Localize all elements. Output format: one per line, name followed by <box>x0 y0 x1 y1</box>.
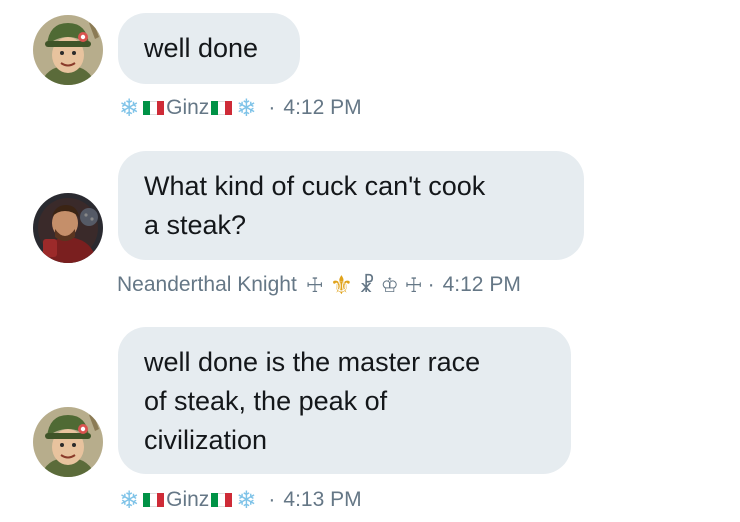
dm-conversation: well done ❄ Ginz ❄ · 4:12 PM What kind o <box>0 0 740 522</box>
timestamp: 4:13 PM <box>283 488 362 511</box>
italy-flag-icon <box>143 493 165 507</box>
snowflake-icon: ❄ <box>236 486 257 514</box>
chi-rho-icon: ☧ <box>359 274 375 297</box>
crown-icon: ♔ <box>380 274 399 297</box>
separator-dot: · <box>268 96 276 119</box>
separator-dot: · <box>268 488 276 511</box>
message-meta: Neanderthal Knight ☩ ⚜ ☧ ♔ ☩ · 4:12 PM <box>117 270 521 300</box>
soldier-avatar-icon <box>33 15 103 85</box>
fleur-de-lis-icon: ⚜ <box>329 269 354 300</box>
sender-name[interactable]: Neanderthal Knight <box>117 273 297 297</box>
message-text: a steak? <box>144 210 247 240</box>
snowflake-icon: ❄ <box>119 486 140 514</box>
knight-avatar-icon <box>33 193 103 263</box>
italy-flag-icon <box>211 493 233 507</box>
avatar-soldier[interactable] <box>33 407 103 477</box>
message-text: civilization <box>144 425 268 455</box>
message-meta: ❄ Ginz ❄ · 4:13 PM <box>117 485 362 515</box>
message-bubble[interactable]: well done is the master race of steak, t… <box>118 327 571 474</box>
sender-name[interactable]: Ginz <box>166 96 209 120</box>
message-bubble[interactable]: What kind of cuck can't cook a steak? <box>118 151 584 260</box>
cross-icon: ☩ <box>305 274 324 297</box>
cross-icon: ☩ <box>404 274 423 297</box>
message-text: What kind of cuck can't cook <box>144 171 486 201</box>
message-text: of steak, the peak of <box>144 386 388 416</box>
avatar-soldier[interactable] <box>33 15 103 85</box>
soldier-avatar-icon <box>33 407 103 477</box>
message-text: well done is the master race <box>144 347 481 377</box>
timestamp: 4:12 PM <box>442 273 521 296</box>
snowflake-icon: ❄ <box>119 94 140 122</box>
italy-flag-icon <box>211 101 233 115</box>
avatar-knight[interactable] <box>33 193 103 263</box>
timestamp: 4:12 PM <box>283 96 362 119</box>
snowflake-icon: ❄ <box>236 94 257 122</box>
separator-dot: · <box>427 273 435 296</box>
message-text: well done <box>144 33 259 63</box>
message-bubble[interactable]: well done <box>118 13 300 84</box>
italy-flag-icon <box>143 101 165 115</box>
sender-name[interactable]: Ginz <box>166 488 209 512</box>
message-meta: ❄ Ginz ❄ · 4:12 PM <box>117 93 362 123</box>
